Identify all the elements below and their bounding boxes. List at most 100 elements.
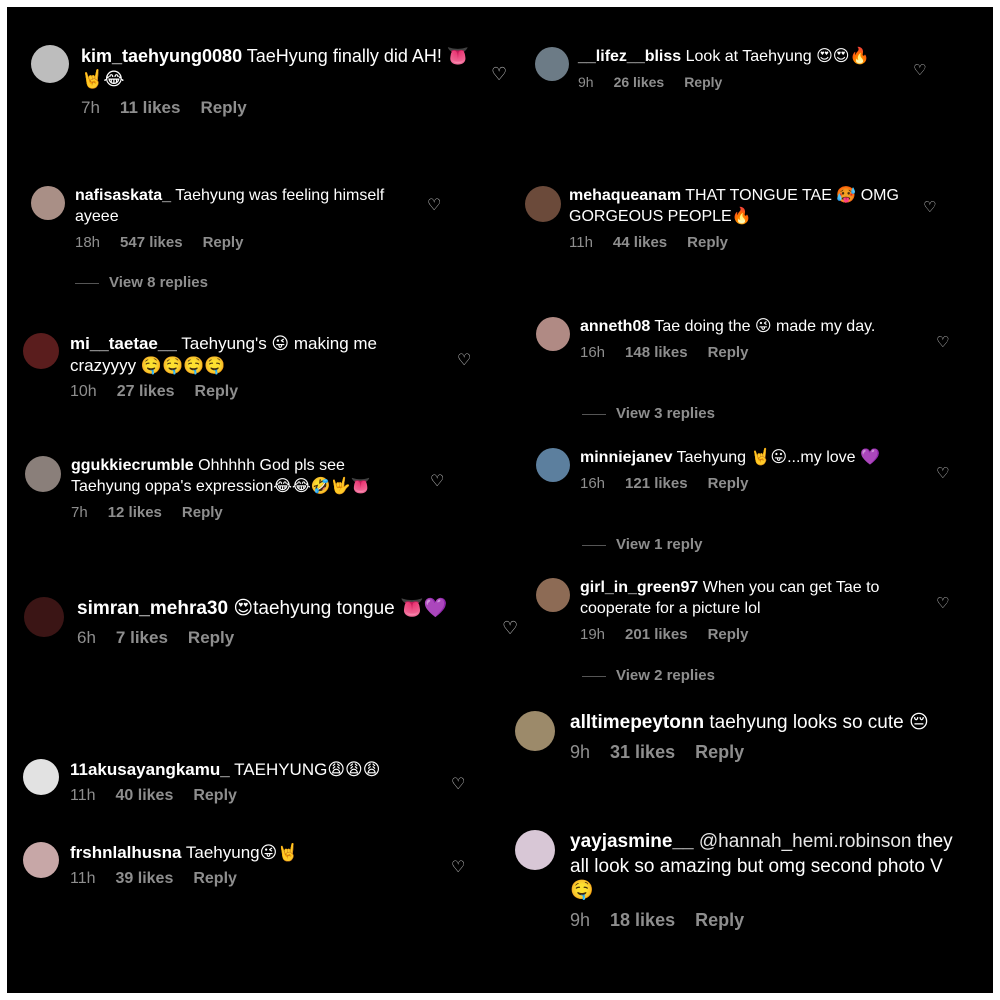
comment-username[interactable]: frshnlalhusna (70, 843, 181, 862)
comment-time: 9h (570, 910, 591, 931)
heart-icon[interactable]: ♡ (451, 860, 465, 876)
avatar[interactable] (25, 456, 61, 492)
reply-button[interactable]: Reply (195, 383, 239, 401)
comment-text: Tae doing the 😜 made my day. (654, 318, 876, 335)
reply-button[interactable]: Reply (687, 234, 728, 251)
comment-time: 16h (580, 474, 606, 492)
comment-text: Taehyung 🤘😛...my love 💜 (676, 449, 880, 466)
comment-likes[interactable]: 121 likes (625, 475, 688, 492)
heart-icon[interactable]: ♡ (430, 474, 444, 490)
reply-button[interactable]: Reply (708, 344, 749, 361)
comment-likes[interactable]: 18 likes (610, 910, 675, 931)
reply-button[interactable]: Reply (193, 870, 237, 888)
comment-username[interactable]: anneth08 (580, 318, 650, 335)
comment-time: 9h (570, 741, 591, 762)
comment-username[interactable]: yayjasmine__ (570, 831, 694, 852)
heart-icon[interactable]: ♡ (913, 63, 926, 78)
comment-username[interactable]: kim_taehyung0080 (81, 46, 242, 66)
avatar[interactable] (536, 448, 570, 482)
avatar[interactable] (31, 186, 65, 220)
avatar[interactable] (31, 45, 69, 83)
comment-username[interactable]: alltimepeytonn (570, 712, 704, 733)
reply-button[interactable]: Reply (193, 787, 237, 805)
comment-username[interactable]: minniejanev (580, 449, 672, 466)
view-replies-label[interactable]: View 3 replies (616, 405, 715, 422)
comment-likes[interactable]: 11 likes (120, 98, 181, 118)
avatar[interactable] (536, 317, 570, 351)
comment-username[interactable]: mi__taetae__ (70, 334, 177, 353)
replies-divider (582, 675, 606, 677)
reply-button[interactable]: Reply (182, 504, 223, 521)
comment-time: 11h (70, 870, 96, 888)
comment-username[interactable]: mehaqueanam (569, 187, 681, 204)
comment-likes[interactable]: 7 likes (116, 628, 168, 648)
avatar[interactable] (23, 333, 59, 369)
comment-likes[interactable]: 12 likes (108, 504, 162, 521)
comment-likes[interactable]: 26 likes (614, 74, 665, 90)
comment-likes[interactable]: 148 likes (625, 344, 688, 361)
view-replies-link[interactable]: View 8 replies (75, 274, 208, 291)
avatar[interactable] (23, 759, 59, 795)
replies-divider (582, 544, 606, 546)
comment-time: 9h (578, 73, 594, 90)
view-replies-label[interactable]: View 8 replies (109, 274, 208, 291)
heart-icon[interactable]: ♡ (936, 596, 949, 611)
comment-likes[interactable]: 39 likes (116, 870, 174, 888)
heart-icon[interactable]: ♡ (451, 777, 465, 793)
replies-divider (582, 413, 606, 415)
reply-button[interactable]: Reply (695, 742, 744, 763)
reply-button[interactable]: Reply (708, 475, 749, 492)
heart-icon[interactable]: ♡ (923, 200, 936, 215)
reply-button[interactable]: Reply (684, 74, 722, 90)
view-replies-label[interactable]: View 1 reply (616, 536, 702, 553)
comment-time: 11h (70, 787, 96, 805)
comment-time: 10h (70, 383, 97, 401)
comment-username[interactable]: nafisaskata_ (75, 187, 171, 204)
comment-username[interactable]: __lifez__bliss (578, 48, 681, 65)
comment-likes[interactable]: 44 likes (613, 234, 667, 251)
comment-likes[interactable]: 201 likes (625, 626, 688, 643)
comment-text: Taehyung😜🤘 (185, 843, 299, 862)
comment-text: Look at Taehyung 😍😍🔥 (685, 48, 870, 65)
comment-text: 😍taehyung tongue 👅💜 (233, 598, 448, 619)
avatar[interactable] (536, 578, 570, 612)
comment-time: 18h (75, 233, 101, 251)
avatar[interactable] (515, 711, 555, 751)
avatar[interactable] (515, 830, 555, 870)
view-replies-link[interactable]: View 3 replies (582, 405, 715, 422)
comment-text: TAEHYUNG😩😩😩 (234, 760, 381, 779)
comment-likes[interactable]: 40 likes (116, 787, 174, 805)
reply-button[interactable]: Reply (695, 910, 744, 931)
view-replies-link[interactable]: View 2 replies (582, 667, 715, 684)
heart-icon[interactable]: ♡ (502, 619, 518, 637)
comment-likes[interactable]: 31 likes (610, 742, 675, 763)
heart-icon[interactable]: ♡ (936, 466, 949, 481)
comment-text: taehyung looks so cute 😔 (709, 712, 929, 733)
comment-time: 7h (81, 97, 100, 117)
heart-icon[interactable]: ♡ (457, 353, 471, 369)
comment-time: 7h (71, 503, 88, 521)
heart-icon[interactable]: ♡ (427, 198, 441, 214)
reply-button[interactable]: Reply (203, 234, 244, 251)
comment-username[interactable]: girl_in_green97 (580, 579, 698, 596)
comments-panel: kim_taehyung0080 TaeHyung finally did AH… (7, 7, 993, 993)
comment-time: 19h (580, 625, 606, 643)
avatar[interactable] (525, 186, 561, 222)
reply-button[interactable]: Reply (708, 626, 749, 643)
view-replies-label[interactable]: View 2 replies (616, 667, 715, 684)
reply-button[interactable]: Reply (188, 628, 234, 648)
comment-time: 6h (77, 627, 96, 647)
reply-button[interactable]: Reply (200, 98, 246, 118)
comment-username[interactable]: ggukkiecrumble (71, 457, 194, 474)
comment-likes[interactable]: 27 likes (117, 383, 175, 401)
avatar[interactable] (535, 47, 569, 81)
comment-likes[interactable]: 547 likes (120, 234, 183, 251)
comment-username[interactable]: simran_mehra30 (77, 598, 228, 619)
comment-username[interactable]: 11akusayangkamu_ (70, 760, 230, 779)
comment-mention[interactable]: @hannah_hemi.robinson (699, 831, 912, 852)
heart-icon[interactable]: ♡ (491, 65, 507, 83)
avatar[interactable] (23, 842, 59, 878)
heart-icon[interactable]: ♡ (936, 335, 949, 350)
view-replies-link[interactable]: View 1 reply (582, 536, 702, 553)
avatar[interactable] (24, 597, 64, 637)
